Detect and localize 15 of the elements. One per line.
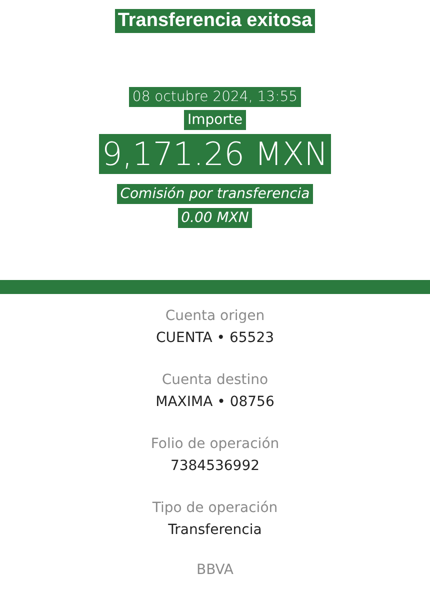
detail-value: Transferencia: [168, 521, 262, 540]
detail-label: Tipo de operación: [152, 499, 278, 518]
detail-label: Cuenta destino: [162, 371, 268, 390]
detail-label: Folio de operación: [150, 435, 280, 454]
bank-name: BBVA: [196, 561, 234, 580]
amount-label: Importe: [184, 110, 246, 130]
detail-value: MAXIMA • 08756: [156, 393, 274, 412]
amount-value: 9,171.26 MXN: [98, 134, 332, 174]
transfer-date: 08 octubre 2024, 13:55: [129, 87, 301, 107]
fee-label: Comisión por transferencia: [117, 184, 313, 204]
success-title: Transferencia exitosa: [114, 9, 316, 33]
fee-value: 0.00 MXN: [178, 208, 252, 228]
detail-label: Cuenta origen: [165, 307, 265, 326]
detail-value: 7384536992: [170, 457, 260, 476]
detail-value: CUENTA • 65523: [156, 329, 274, 348]
